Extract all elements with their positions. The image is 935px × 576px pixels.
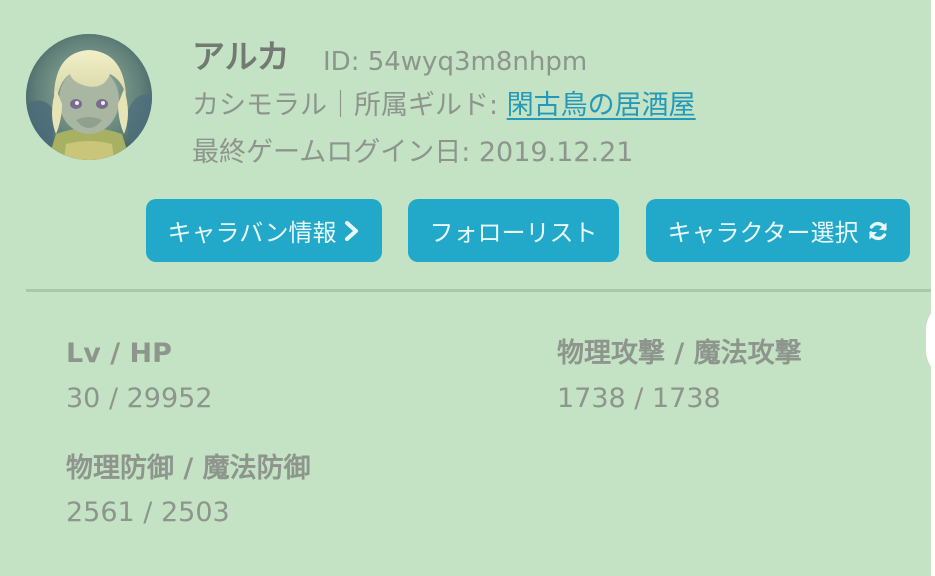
guild-link[interactable]: 閑古鳥の居酒屋 [507, 90, 696, 121]
class-guild-line: カシモラル｜所属ギルド: 閑古鳥の居酒屋 [192, 92, 696, 119]
page-edge [931, 0, 935, 576]
follow-list-button[interactable]: フォローリスト [408, 199, 619, 262]
character-select-label: キャラクター選択 [667, 219, 859, 247]
character-profile-card: アルカ ID: 54wyq3m8nhpm カシモラル｜所属ギルド: 閑古鳥の居酒… [0, 0, 935, 576]
last-login-line: 最終ゲームログイン日: 2019.12.21 [192, 139, 633, 166]
character-portrait-image [26, 34, 152, 160]
stat-value-attack: 1738 / 1738 [557, 383, 721, 414]
refresh-icon [867, 220, 889, 242]
character-avatar[interactable] [26, 34, 152, 160]
last-login-date: 2019.12.21 [478, 137, 634, 168]
section-divider [26, 289, 935, 292]
character-class: カシモラル [192, 90, 327, 121]
stat-value-defense: 2561 / 2503 [66, 497, 230, 528]
character-id: ID: 54wyq3m8nhpm [323, 47, 588, 77]
caravan-info-button[interactable]: キャラバン情報 [146, 199, 382, 262]
stat-value-lv-hp: 30 / 29952 [66, 383, 213, 414]
stat-label-defense: 物理防御 / 魔法防御 [66, 453, 311, 484]
chevron-right-icon [344, 220, 360, 241]
stat-label-lv-hp: Lv / HP [66, 338, 172, 369]
guild-label: 所属ギルド: [354, 90, 507, 121]
stat-label-attack: 物理攻撃 / 魔法攻撃 [557, 338, 802, 369]
separator: ｜ [327, 90, 354, 121]
follow-list-label: フォローリスト [429, 219, 598, 247]
character-name: アルカ [192, 37, 290, 76]
caravan-info-label: キャラバン情報 [167, 219, 337, 247]
character-select-button[interactable]: キャラクター選択 [646, 199, 910, 262]
last-login-label: 最終ゲームログイン日: [192, 137, 479, 168]
